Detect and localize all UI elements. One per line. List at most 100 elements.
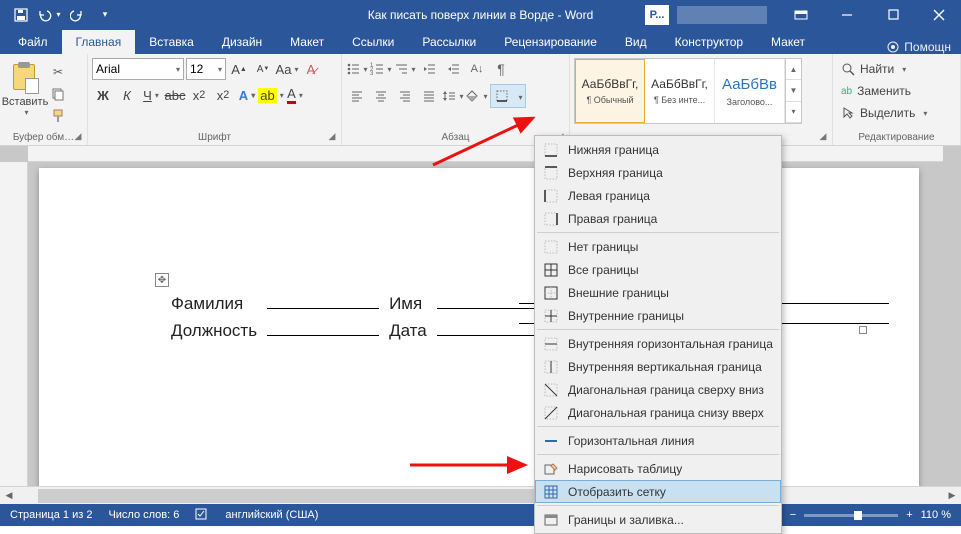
zoom-slider[interactable] <box>804 514 898 517</box>
close-button[interactable] <box>917 1 961 29</box>
zoom-level[interactable]: 110 % <box>921 509 951 521</box>
grow-font-icon[interactable]: A▲ <box>228 58 250 80</box>
justify-icon[interactable] <box>418 85 440 107</box>
tab-home[interactable]: Главная <box>62 30 136 54</box>
undo-icon[interactable]: ▾ <box>36 3 62 27</box>
table-resize-handle-icon[interactable] <box>859 326 867 334</box>
gallery-up-icon[interactable]: ▲ <box>786 59 801 80</box>
border-diag-up-item[interactable]: Диагональная граница снизу вверх <box>535 401 781 424</box>
vertical-ruler[interactable] <box>0 162 28 496</box>
qat-more-icon[interactable]: ▾ <box>92 3 118 27</box>
borders-icon[interactable] <box>491 85 513 107</box>
status-page[interactable]: Страница 1 из 2 <box>10 509 92 521</box>
font-color-icon[interactable]: A▾ <box>284 84 306 106</box>
border-inside-v-item[interactable]: Внутренняя вертикальная граница <box>535 355 781 378</box>
cut-icon[interactable]: ✂ <box>48 62 68 82</box>
border-none-item[interactable]: Нет границы <box>535 235 781 258</box>
clipboard-launcher-icon[interactable]: ◢ <box>71 129 85 143</box>
table-move-handle-icon[interactable]: ✥ <box>155 273 169 287</box>
status-words[interactable]: Число слов: 6 <box>108 509 179 521</box>
highlight-icon[interactable]: ab▾ <box>260 84 282 106</box>
tab-insert[interactable]: Вставка <box>135 30 208 54</box>
border-outside-item[interactable]: Внешние границы <box>535 281 781 304</box>
increase-indent-icon[interactable] <box>442 58 464 80</box>
tab-view[interactable]: Вид <box>611 30 661 54</box>
strike-button[interactable]: abc <box>164 84 186 106</box>
multilevel-icon[interactable]: ▾ <box>394 58 416 80</box>
style-nospacing[interactable]: АаБбВвГг,¶ Без инте... <box>645 59 715 123</box>
styles-launcher-icon[interactable]: ◢ <box>816 129 830 143</box>
tell-me[interactable]: Помощн <box>886 40 951 54</box>
minimize-button[interactable] <box>825 1 869 29</box>
format-painter-icon[interactable] <box>48 106 68 126</box>
change-case-icon[interactable]: Aa▾ <box>276 58 298 80</box>
border-diag-down-item[interactable]: Диагональная граница сверху вниз <box>535 378 781 401</box>
underline-button[interactable]: Ч▾ <box>140 84 162 106</box>
font-launcher-icon[interactable]: ◢ <box>325 129 339 143</box>
align-left-icon[interactable] <box>346 85 368 107</box>
paste-button[interactable]: Вставить ▾ <box>4 58 46 130</box>
shrink-font-icon[interactable]: A▼ <box>252 58 274 80</box>
superscript-button[interactable]: x2 <box>212 84 234 106</box>
status-lang[interactable]: английский (США) <box>225 509 318 521</box>
border-all-item[interactable]: Все границы <box>535 258 781 281</box>
tab-review[interactable]: Рецензирование <box>490 30 611 54</box>
font-size-select[interactable]: 12▾ <box>186 58 226 80</box>
border-right-item[interactable]: Правая граница <box>535 207 781 230</box>
shading-icon[interactable]: ▾ <box>466 85 488 107</box>
save-icon[interactable] <box>8 3 34 27</box>
tab-mailings[interactable]: Рассылки <box>408 30 490 54</box>
horizontal-line-item[interactable]: Горизонтальная линия <box>535 429 781 452</box>
account-badge[interactable]: Р... <box>645 5 669 25</box>
gallery-down-icon[interactable]: ▼ <box>786 80 801 101</box>
find-button[interactable]: Найти▾ <box>837 58 956 80</box>
borders-split-button[interactable]: ▾ <box>490 84 526 108</box>
copy-icon[interactable] <box>48 84 68 104</box>
show-marks-icon[interactable]: ¶ <box>490 58 512 80</box>
horizontal-ruler[interactable] <box>28 146 943 162</box>
gallery-more-icon[interactable]: ▾ <box>786 102 801 123</box>
numbering-icon[interactable]: 123▾ <box>370 58 392 80</box>
tab-file[interactable]: Файл <box>4 30 62 54</box>
select-button[interactable]: Выделить▾ <box>837 102 956 124</box>
tab-constructor[interactable]: Конструктор <box>661 30 757 54</box>
font-name-select[interactable]: Arial▾ <box>92 58 184 80</box>
subscript-button[interactable]: x2 <box>188 84 210 106</box>
draw-table-item[interactable]: Нарисовать таблицу <box>535 457 781 480</box>
style-normal[interactable]: АаБбВвГг,¶ Обычный <box>575 59 645 123</box>
line-spacing-icon[interactable]: ▾ <box>442 85 464 107</box>
style-heading1[interactable]: АаБбВвЗаголово... <box>715 59 785 123</box>
decrease-indent-icon[interactable] <box>418 58 440 80</box>
zoom-out-icon[interactable]: − <box>790 509 796 521</box>
tab-references[interactable]: Ссылки <box>338 30 408 54</box>
document-page[interactable]: ✥ ФамилияИмя ДолжностьДата <box>39 168 919 496</box>
tab-layout[interactable]: Макет <box>276 30 338 54</box>
bullets-icon[interactable]: ▾ <box>346 58 368 80</box>
style-gallery[interactable]: АаБбВвГг,¶ Обычный АаБбВвГг,¶ Без инте..… <box>574 58 802 124</box>
borders-shading-item[interactable]: Границы и заливка... <box>535 508 781 531</box>
tab-design[interactable]: Дизайн <box>208 30 276 54</box>
italic-button[interactable]: К <box>116 84 138 106</box>
tab-layout2[interactable]: Макет <box>757 30 819 54</box>
sort-icon[interactable]: A↓ <box>466 58 488 80</box>
border-bottom-item[interactable]: Нижняя граница <box>535 138 781 161</box>
scroll-right-icon[interactable]: ▶ <box>943 488 961 504</box>
redo-icon[interactable] <box>64 3 90 27</box>
border-inside-h-item[interactable]: Внутренняя горизонтальная граница <box>535 332 781 355</box>
bold-button[interactable]: Ж <box>92 84 114 106</box>
border-left-item[interactable]: Левая граница <box>535 184 781 207</box>
zoom-in-icon[interactable]: + <box>906 509 912 521</box>
text-effects-icon[interactable]: A▾ <box>236 84 258 106</box>
horizontal-scrollbar[interactable]: ◀ ▶ <box>0 486 961 504</box>
border-inside-item[interactable]: Внутренние границы <box>535 304 781 327</box>
form-table[interactable]: ФамилияИмя ДолжностьДата <box>169 288 557 344</box>
maximize-button[interactable] <box>871 1 915 29</box>
align-center-icon[interactable] <box>370 85 392 107</box>
replace-button[interactable]: abЗаменить <box>837 80 956 102</box>
clear-format-icon[interactable]: A̷ <box>300 58 322 80</box>
align-right-icon[interactable] <box>394 85 416 107</box>
border-top-item[interactable]: Верхняя граница <box>535 161 781 184</box>
scroll-left-icon[interactable]: ◀ <box>0 488 18 504</box>
status-proofing-icon[interactable] <box>195 508 209 523</box>
view-gridlines-item[interactable]: Отобразить сетку <box>535 480 781 503</box>
